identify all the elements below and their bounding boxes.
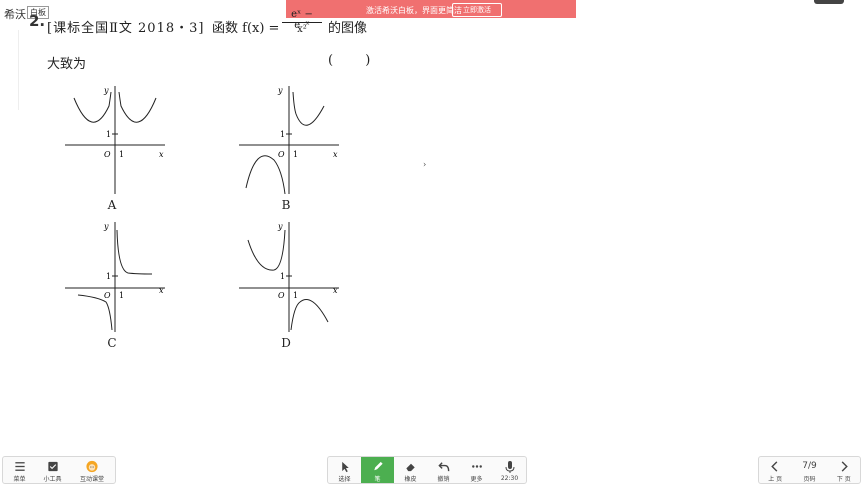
graph-b-ylabel: y: [277, 86, 283, 95]
graph-d-origin: O: [278, 291, 285, 300]
answer-blank: ( ): [328, 53, 385, 68]
graph-d-ytick: 1: [280, 272, 285, 281]
menu-button[interactable]: 菜单: [3, 457, 36, 483]
window-handle[interactable]: [814, 0, 844, 4]
graph-d-ylabel: y: [277, 222, 283, 231]
graph-b-xlabel: x: [333, 150, 338, 159]
page-number-label: 页码: [803, 476, 816, 483]
next-page-button[interactable]: 下 页: [828, 457, 860, 483]
widget-icon: [47, 461, 58, 472]
graph-c-ylabel: y: [103, 222, 109, 231]
margin-line: [18, 30, 19, 110]
chevron-right-icon: [841, 461, 848, 472]
graph-c-origin: O: [104, 291, 111, 300]
center-toolbar: 选择 笔 橡皮 撤销 更多 22:30: [327, 456, 527, 484]
graph-b-ytick: 1: [280, 130, 285, 139]
chevron-left-icon: [771, 461, 778, 472]
graph-a: y x O 1 1: [65, 86, 165, 194]
mic-tool[interactable]: 22:30: [493, 457, 526, 483]
menu-label: 菜单: [13, 476, 26, 483]
graph-d-xtick: 1: [293, 291, 298, 300]
more-label: 更多: [470, 476, 483, 483]
graph-b: y x O 1 1: [239, 86, 339, 195]
undo-tool[interactable]: 撤销: [427, 457, 460, 483]
graph-a-xtick: 1: [119, 150, 124, 159]
undo-label: 撤销: [437, 476, 450, 483]
mic-timer: 22:30: [500, 475, 519, 482]
select-label: 选择: [338, 476, 351, 483]
graph-a-xlabel: x: [159, 150, 164, 159]
graph-c-ytick: 1: [106, 272, 111, 281]
fraction-denominator: x²: [297, 24, 307, 35]
menu-icon: [14, 462, 25, 471]
question-number: 2.: [29, 12, 46, 30]
mic-icon: [505, 461, 514, 473]
activation-banner: 激活希沃白板，界面更简洁 立即激活: [286, 0, 576, 18]
more-tool[interactable]: 更多: [460, 457, 493, 483]
eraser-tool[interactable]: 橡皮: [394, 457, 427, 483]
next-page-label: 下 页: [836, 476, 851, 483]
graph-c-xtick: 1: [119, 291, 124, 300]
graph-b-label: B: [281, 198, 291, 212]
pen-icon: [373, 461, 383, 471]
eraser-icon: [405, 463, 415, 472]
page-number: 7/9: [802, 461, 817, 471]
graph-c-xlabel: x: [159, 286, 164, 295]
avatar-icon: [86, 460, 98, 473]
widget-button[interactable]: 小工具: [36, 457, 69, 483]
graph-b-origin: O: [278, 150, 285, 159]
question-suffix: 的图像: [328, 21, 368, 36]
graph-c: y x O 1 1: [65, 222, 165, 332]
graph-d-xlabel: x: [333, 286, 338, 295]
interactive-class-label: 互动课堂: [79, 476, 104, 483]
more-icon: [471, 465, 482, 468]
undo-icon: [437, 462, 449, 472]
banner-text: 激活希沃白板，界面更简洁: [366, 6, 462, 15]
left-toolbar: 菜单 小工具 互动课堂: [2, 456, 116, 484]
fraction-numerator: eˣ − e⁻ˣ: [291, 9, 313, 31]
prev-page-label: 上 页: [768, 476, 783, 483]
prev-page-button[interactable]: 上 页: [759, 457, 791, 483]
graph-d-label: D: [281, 336, 291, 350]
function-label: 函数 f(x) =: [212, 21, 280, 36]
graph-d: y x O 1 1: [239, 222, 339, 332]
graph-c-label: C: [107, 336, 117, 350]
pen-tool[interactable]: 笔: [361, 457, 394, 483]
graph-a-ytick: 1: [106, 130, 111, 139]
graph-a-label: A: [107, 198, 117, 212]
interactive-class-button[interactable]: 互动课堂: [69, 457, 115, 483]
activate-button[interactable]: 立即激活: [452, 3, 502, 17]
graph-b-xtick: 1: [293, 150, 298, 159]
graph-a-ylabel: y: [103, 86, 109, 95]
pointer-mark: ›: [423, 160, 427, 169]
pager: 上 页 7/9 页码 下 页: [758, 456, 861, 484]
pen-label: 笔: [374, 476, 381, 483]
cursor-icon: [341, 461, 349, 473]
page-indicator[interactable]: 7/9 页码: [791, 457, 827, 483]
function-fraction: eˣ − e⁻ˣ x²: [282, 9, 322, 35]
question-line2: 大致为: [47, 57, 87, 72]
graph-a-origin: O: [104, 150, 111, 159]
widget-label: 小工具: [43, 476, 62, 483]
question-source: [课标全国Ⅱ文 2018・3]: [47, 21, 205, 36]
eraser-label: 橡皮: [404, 476, 417, 483]
select-tool[interactable]: 选择: [328, 457, 361, 483]
